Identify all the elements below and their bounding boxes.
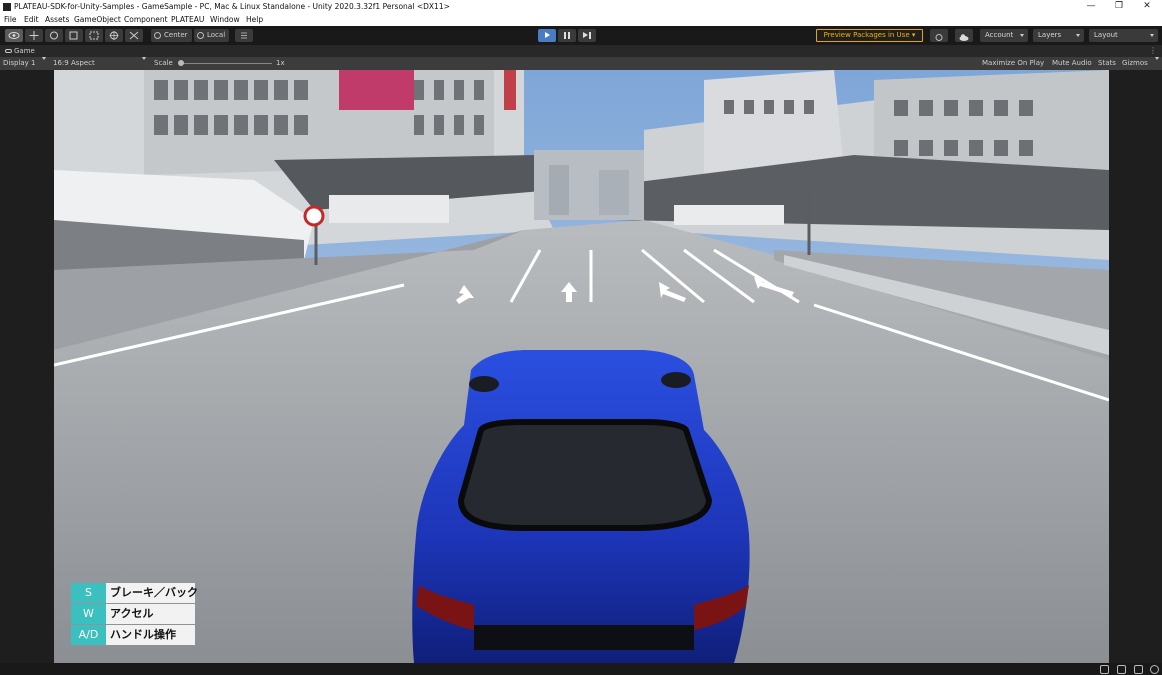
city-street-scene <box>54 70 1109 663</box>
scale-value: 1x <box>276 59 285 67</box>
legend-label: アクセル <box>106 604 195 624</box>
step-button[interactable] <box>578 29 596 42</box>
layout-dropdown[interactable]: Layout <box>1089 29 1158 42</box>
play-button[interactable] <box>538 29 556 42</box>
display-dropdown[interactable]: Display 1 <box>3 57 35 70</box>
scale-slider-handle[interactable] <box>178 60 184 66</box>
tab-game-label: Game <box>14 47 35 55</box>
gizmos-toggle[interactable]: Gizmos <box>1122 57 1148 70</box>
preview-packages-dropdown[interactable]: Preview Packages in Use ▾ <box>816 29 923 42</box>
eye-icon <box>8 32 20 39</box>
collab-button[interactable] <box>930 29 948 42</box>
menu-component[interactable]: Component <box>124 14 168 26</box>
cloud-icon <box>959 34 969 41</box>
scale-tool-button[interactable] <box>65 29 83 42</box>
layout-label: Layout <box>1094 31 1118 39</box>
legend-row: A/D ハンドル操作 <box>71 625 195 646</box>
pivot-space-label: Local <box>207 31 226 39</box>
debug-mode-icon[interactable] <box>1134 665 1143 674</box>
status-bar <box>0 663 1162 675</box>
game-tab-bar: Game ⋮ <box>0 45 1162 57</box>
custom-tool-button[interactable] <box>125 29 143 42</box>
transform-tool-button[interactable] <box>105 29 123 42</box>
menu-window[interactable]: Window <box>210 14 240 26</box>
chevron-down-icon <box>142 57 146 60</box>
rotate-tool-button[interactable] <box>45 29 63 42</box>
window-title: PLATEAU-SDK-for-Unity-Samples - GameSamp… <box>14 2 450 11</box>
account-label: Account <box>985 31 1014 39</box>
transform-icon <box>109 31 119 40</box>
play-icon <box>545 32 550 38</box>
unity-editor-window: PLATEAU-SDK-for-Unity-Samples - GameSamp… <box>0 0 1162 675</box>
aspect-dropdown[interactable]: 16:9 Aspect <box>53 57 95 70</box>
menu-edit[interactable]: Edit <box>24 14 39 26</box>
auto-generate-lighting-icon[interactable] <box>1100 665 1109 674</box>
scale-slider[interactable] <box>180 63 272 64</box>
menu-assets[interactable]: Assets <box>45 14 69 26</box>
scale-label: Scale <box>154 59 173 67</box>
game-view-toolbar: Display 1 16:9 Aspect Scale 1x Maximize … <box>0 57 1162 70</box>
pivot-space-toggle[interactable]: Local <box>194 29 229 42</box>
account-dropdown[interactable]: Account <box>980 29 1028 42</box>
pivot-icon <box>154 32 161 39</box>
chevron-down-icon <box>1076 34 1080 37</box>
game-viewport[interactable]: S ブレーキ／バック W アクセル A/D ハンドル操作 <box>54 70 1109 663</box>
controls-legend: S ブレーキ／バック W アクセル A/D ハンドル操作 <box>71 583 198 646</box>
wrench-icon <box>129 31 139 40</box>
tab-menu-icon[interactable]: ⋮ <box>1149 46 1157 55</box>
layers-label: Layers <box>1038 31 1062 39</box>
menu-plateau[interactable]: PLATEAU <box>171 14 204 26</box>
cloud-button[interactable] <box>955 29 973 42</box>
chevron-down-icon <box>42 57 46 60</box>
chevron-down-icon <box>1155 57 1159 60</box>
rect-tool-button[interactable] <box>85 29 103 42</box>
pause-icon <box>564 32 570 39</box>
legend-key: W <box>71 604 106 624</box>
legend-label: ハンドル操作 <box>106 625 195 645</box>
main-toolbar: Center Local Preview Packages in Use ▾ A… <box>0 26 1162 45</box>
snap-settings-button[interactable] <box>235 29 253 42</box>
maximize-button[interactable]: ❐ <box>1105 0 1133 14</box>
stats-toggle[interactable]: Stats <box>1098 57 1116 70</box>
collab-icon <box>935 34 943 41</box>
menu-gameobject[interactable]: GameObject <box>74 14 121 26</box>
title-bar: PLATEAU-SDK-for-Unity-Samples - GameSamp… <box>0 0 1162 14</box>
chevron-down-icon <box>1150 34 1154 37</box>
close-button[interactable]: ✕ <box>1133 0 1161 14</box>
unity-logo-icon <box>3 3 11 11</box>
mute-audio-toggle[interactable]: Mute Audio <box>1052 57 1092 70</box>
legend-label: ブレーキ／バック <box>106 583 198 603</box>
gamepad-icon <box>5 49 12 53</box>
legend-row: W アクセル <box>71 604 195 625</box>
grid-snap-icon <box>241 32 247 39</box>
move-tool-button[interactable] <box>25 29 43 42</box>
scale-icon <box>69 31 78 40</box>
step-icon <box>583 32 591 39</box>
menu-help[interactable]: Help <box>246 14 263 26</box>
minimize-button[interactable]: — <box>1077 0 1105 14</box>
layers-dropdown[interactable]: Layers <box>1033 29 1084 42</box>
legend-key: A/D <box>71 625 106 645</box>
maximize-on-play-toggle[interactable]: Maximize On Play <box>982 57 1044 70</box>
rotate-icon <box>50 31 58 40</box>
progress-icon[interactable] <box>1150 665 1159 674</box>
view-tool-button[interactable] <box>5 29 23 42</box>
pivot-mode-label: Center <box>164 31 188 39</box>
cache-server-icon[interactable] <box>1117 665 1126 674</box>
pivot-mode-toggle[interactable]: Center <box>151 29 192 42</box>
pause-button[interactable] <box>558 29 576 42</box>
rect-tool-icon <box>89 31 99 40</box>
legend-key: S <box>71 583 106 603</box>
menu-file[interactable]: File <box>4 14 17 26</box>
tab-game[interactable]: Game <box>2 45 42 57</box>
move-icon <box>29 31 39 40</box>
chevron-down-icon <box>1020 34 1024 37</box>
menu-bar: File Edit Assets GameObject Component PL… <box>0 14 1162 26</box>
letterbox-right <box>1109 70 1162 663</box>
letterbox-left <box>0 70 54 663</box>
globe-icon <box>197 32 204 39</box>
legend-row: S ブレーキ／バック <box>71 583 198 604</box>
